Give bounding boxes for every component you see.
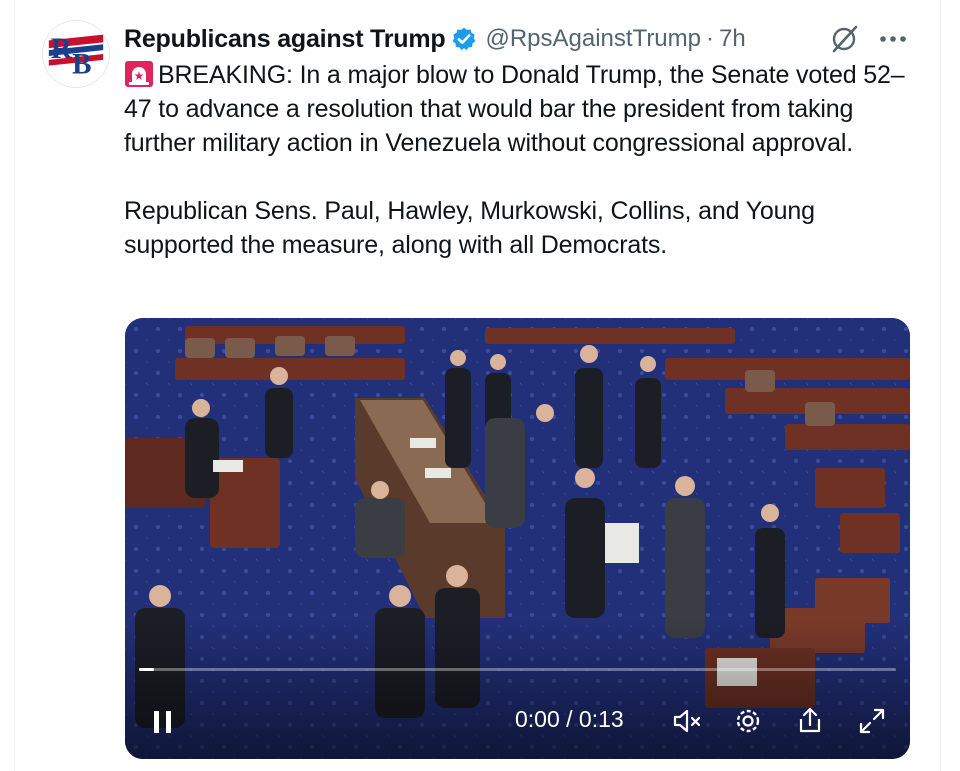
verified-badge-icon[interactable]: [451, 26, 477, 52]
tweet-header: Republicans against Trump @RpsAgainstTru…: [124, 22, 924, 56]
tweet-timestamp[interactable]: 7h: [719, 25, 746, 53]
rotating-light-icon: [125, 61, 153, 87]
more-options-icon[interactable]: [876, 26, 910, 52]
tweet-paragraph-1: BREAKING: In a major blow to Donald Trum…: [124, 58, 924, 160]
tweet-body: BREAKING: In a major blow to Donald Trum…: [124, 58, 924, 262]
share-icon[interactable]: [793, 704, 827, 738]
video-progress-fill: [139, 668, 155, 671]
timeline-border-right: [940, 0, 941, 771]
video-player[interactable]: 0:00 / 0:13: [125, 318, 910, 759]
pause-icon[interactable]: [149, 704, 179, 738]
svg-text:B: B: [72, 48, 91, 80]
muted-speaker-icon[interactable]: [670, 704, 704, 738]
fullscreen-icon[interactable]: [855, 704, 889, 738]
settings-gear-icon[interactable]: [731, 704, 765, 738]
video-progress-bar[interactable]: [139, 668, 896, 671]
header-separator: ·: [706, 25, 714, 52]
author-avatar[interactable]: R B: [42, 20, 110, 88]
author-handle[interactable]: @RpsAgainstTrump: [485, 25, 701, 53]
avatar-logo-icon: R B: [43, 21, 109, 87]
svg-text:R: R: [51, 33, 73, 65]
video-time-readout: 0:00 / 0:13: [515, 706, 624, 732]
author-display-name[interactable]: Republicans against Trump: [124, 25, 446, 54]
tweet-paragraph-1-text: BREAKING: In a major blow to Donald Trum…: [124, 61, 905, 157]
tweet-paragraph-2: Republican Sens. Paul, Hawley, Murkowski…: [124, 197, 815, 259]
timeline-border-left: [14, 0, 15, 771]
grok-icon[interactable]: [830, 24, 860, 54]
